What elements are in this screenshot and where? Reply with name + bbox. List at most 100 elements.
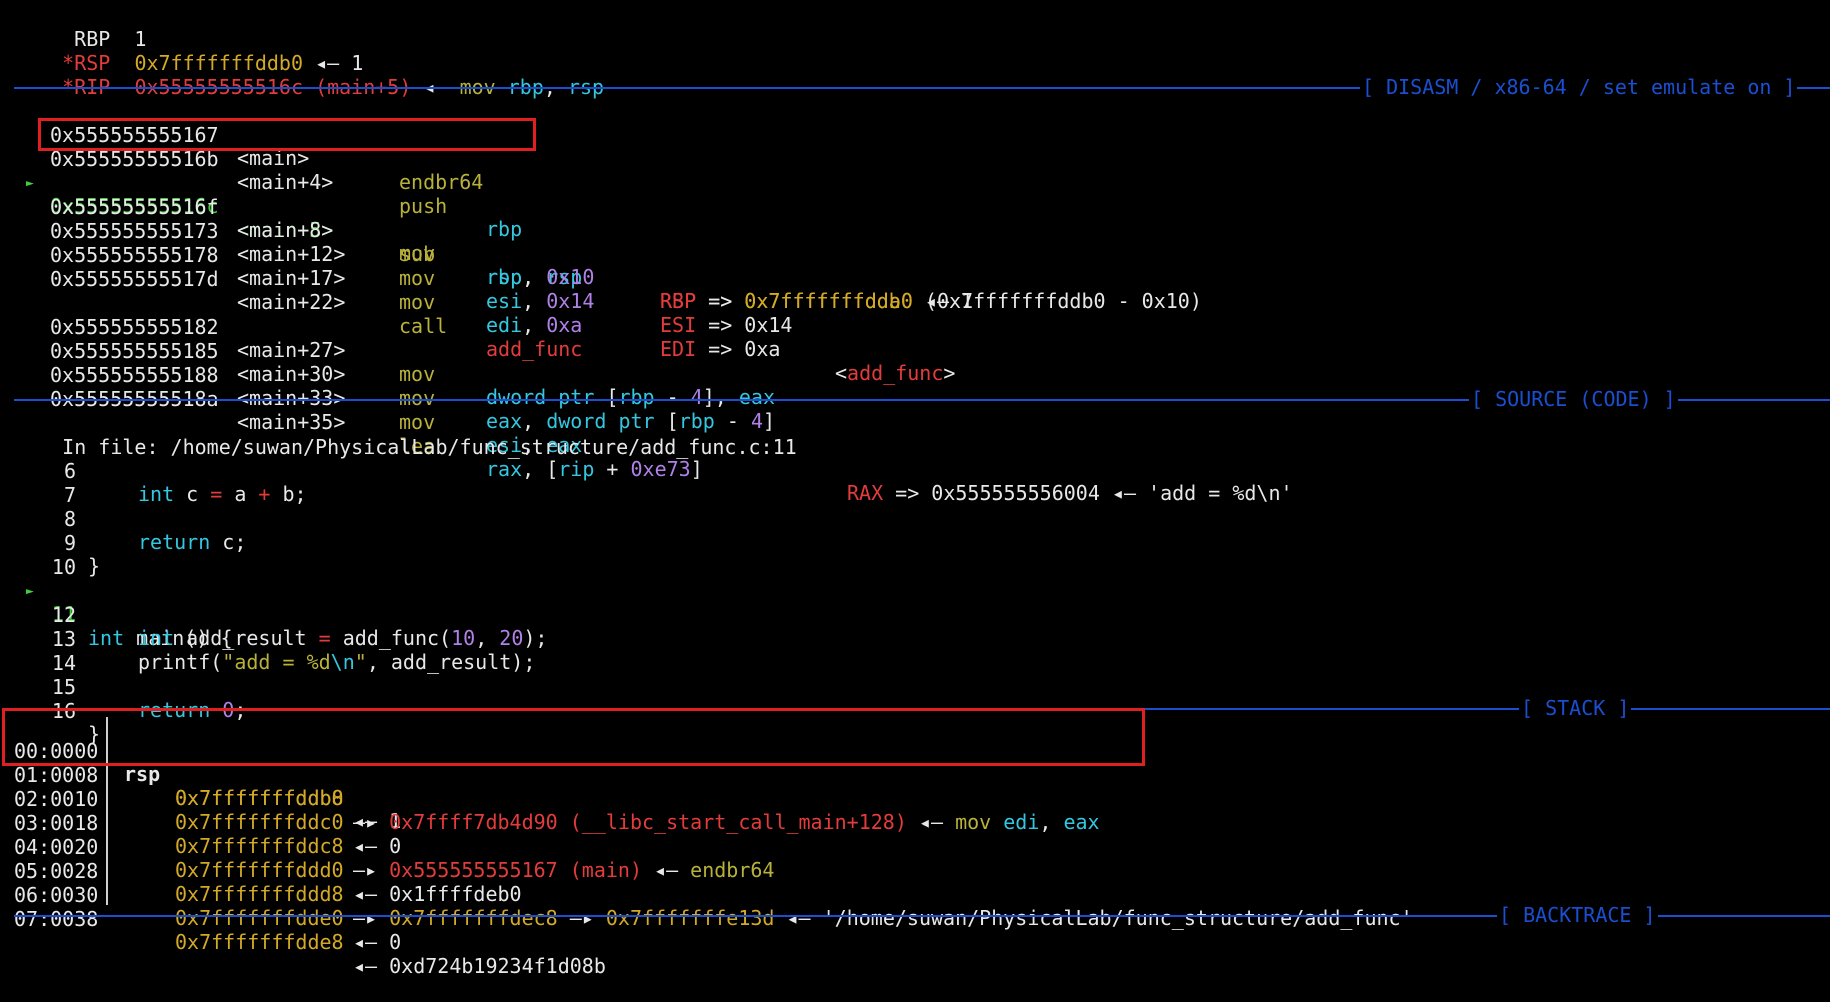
instruction-address: 0x555555555182 <box>50 314 219 339</box>
instruction-address: 0x55555555517d <box>50 266 219 291</box>
source-title: [ SOURCE (CODE) ] <box>1469 387 1678 412</box>
source-line-current: ► 11 int main() { <box>0 556 233 650</box>
instruction-symbol: <main+8> <box>237 218 334 243</box>
stack-deref: ◂— 0xd724b19234f1d08b <box>353 953 606 978</box>
source-line: 7 <box>0 460 76 506</box>
source-separator: [ SOURCE (CODE) ] <box>14 387 1830 412</box>
instruction-operands: esi, 0x14 <box>486 289 595 314</box>
instruction-symbol: <main> <box>237 146 310 171</box>
disasm-line: 0x555555555178 <main+17> mov edi, 0xa ED… <box>0 220 780 361</box>
stack-deref: ◂— 0 <box>353 929 402 954</box>
instruction-symbol: <main+22> <box>237 290 346 315</box>
stack-address: 0x7fffffffddb8 <box>175 786 344 811</box>
disasm-line: 0x555555555167 <main> endbr64 <box>0 100 483 193</box>
instruction-address: 0x555555555188 <box>50 362 219 387</box>
emulation-note: EDI => 0xa <box>660 336 781 361</box>
line-number: 15 <box>51 674 76 699</box>
terminal-window: RBP 1 *RSP 0x7fffffffddb0 ◂— 1 *RIP 0x55… <box>0 0 1830 977</box>
source-line: 10 <box>0 532 76 578</box>
source-code: int c = a + b; <box>138 482 307 507</box>
stack-row: 06:0030 0x7fffffffdde0 ◂— 0 <box>0 860 401 953</box>
disasm-line: 0x55555555518a <main+35> lea rax, [rip +… <box>0 364 1293 505</box>
instruction-address: 0x55555555516f <box>50 194 219 219</box>
instruction-operands: rsp, 0x10 <box>486 265 595 290</box>
stack-register: rsp <box>124 762 161 787</box>
stack-row: 01:0008 0x7fffffffddb8 —▸ 0x7ffff7db4d90… <box>0 740 1100 834</box>
source-line: 14 <box>0 628 76 674</box>
instruction-symbol: <main+17> <box>237 266 346 291</box>
disasm-separator: [ DISASM / x86-64 / set emulate on ] <box>14 75 1830 100</box>
stack-address: 0x7fffffffddc8 <box>175 834 344 859</box>
emulation-note: RSP => 0x7fffffffdda0 (0x7fffffffddb0 - … <box>660 288 1202 313</box>
stack-row: 04:0020 0x7fffffffddd0 ◂— 0x1ffffdeb0 <box>0 812 522 905</box>
source-file-path: /home/suwan/PhysicalLab/func_structure/a… <box>170 434 797 459</box>
instruction-mnemonic: mov <box>399 361 436 386</box>
disasm-title: [ DISASM / x86-64 / set emulate on ] <box>1360 75 1798 100</box>
instruction-mnemonic: sub <box>399 241 436 266</box>
disasm-line: 0x555555555182 <main+27> mov dword ptr [… <box>0 292 775 409</box>
instruction-mnemonic: mov <box>399 265 436 290</box>
instruction-operands: rbp <box>486 217 523 242</box>
backtrace-separator: [ BACKTRACE ] <box>14 903 1830 928</box>
source-line: 8 return c; <box>0 484 246 554</box>
register-rip: *RIP 0x55555555516c (main+5) ◂— mov rbp,… <box>14 52 604 99</box>
line-number: 8 <box>63 506 76 531</box>
instruction-operands: edi, 0xa <box>486 313 583 338</box>
line-number: 6 <box>63 458 76 483</box>
source-code: return c; <box>138 530 247 555</box>
disasm-line: 0x555555555185 <main+30> mov eax, dword … <box>0 316 775 433</box>
disasm-line-current: ► 0x55555555516c <main+5> mov rbp, rsp R… <box>0 148 973 313</box>
instruction-symbol: <main+27> <box>237 338 346 363</box>
source-line: 12 int add_result = add_func(10, 20); <box>0 580 548 650</box>
stack-deref: —▸ 0x555555555167 (main) ◂— endbr64 <box>353 857 775 882</box>
stack-deref: ◂— 0x1ffffdeb0 <box>353 881 522 906</box>
call-target-annotation: <add_func> <box>835 360 956 385</box>
disasm-line: 0x555555555173 <main+12> mov esi, 0x14 E… <box>0 196 792 337</box>
instruction-mnemonic: endbr64 <box>399 169 484 194</box>
register-rsp: *RSP 0x7fffffffddb0 ◂— 1 <box>14 28 363 75</box>
stack-address: 0x7fffffffddc0 <box>175 810 344 835</box>
line-number: 12 <box>51 602 76 627</box>
source-line: 9 } <box>0 508 100 578</box>
instruction-mnemonic: mov <box>399 289 436 314</box>
call-target: add_func <box>486 337 583 362</box>
stack-row: 03:0018 0x7fffffffddc8 —▸ 0x555555555167… <box>0 788 774 882</box>
stack-address: 0x7fffffffddd0 <box>175 858 344 883</box>
disasm-line: 0x555555555188 <main+33> mov esi, eax <box>0 340 582 457</box>
source-line: 13 printf("add = %d\n", add_result); <box>0 604 535 674</box>
line-number: 13 <box>51 626 76 651</box>
stack-deref: —▸ 0x7ffff7db4d90 (__libc_start_call_mai… <box>353 809 1100 834</box>
emulation-note: RAX => 0x555555556004 ◂— 'add = %d\n' <box>847 480 1293 505</box>
source-code: } <box>88 554 101 579</box>
line-number: 7 <box>63 482 76 507</box>
line-number: 10 <box>51 554 76 579</box>
instruction-symbol: <main+12> <box>237 242 346 267</box>
stack-row: 05:0028 0x7fffffffddd8 —▸ 0x7fffffffdec8… <box>0 836 1413 930</box>
stack-address: 0x7fffffffdde8 <box>175 930 344 955</box>
stack-row: 00:0000 rsp 0x7fffffffddb0 ◂— 1 <box>0 716 401 833</box>
in-file-label: In file: <box>62 434 159 459</box>
source-line: 15 return 0; <box>0 652 246 722</box>
disasm-line: 0x55555555517d <main+22> call add_func <… <box>0 244 955 385</box>
disasm-line: 0x55555555516b <main+4> push rbp <box>0 124 522 241</box>
line-number: 9 <box>63 530 76 555</box>
stack-title: [ STACK ] <box>1519 696 1632 721</box>
line-number: 14 <box>51 650 76 675</box>
stack-offset-divider <box>106 717 108 905</box>
instruction-mnemonic: push <box>399 193 448 218</box>
source-code: printf("add = %d\n", add_result); <box>138 650 536 675</box>
disasm-line: 0x55555555516f <main+8> sub rsp, 0x10 RS… <box>0 172 1202 313</box>
source-file-line: In file: /home/suwan/PhysicalLab/func_st… <box>14 412 797 459</box>
instruction-address: 0x55555555516b <box>50 146 219 171</box>
source-code: int add_result = add_func(10, 20); <box>138 626 548 651</box>
stack-separator: [ STACK ] <box>14 696 1830 721</box>
stack-row: 02:0010 0x7fffffffddc0 ◂— 0 <box>0 764 401 857</box>
register-rbp: RBP 1 <box>26 4 146 51</box>
instruction-symbol: <main+4> <box>237 170 334 195</box>
instruction-address: 0x555555555178 <box>50 242 219 267</box>
instruction-symbol: <main+30> <box>237 362 346 387</box>
instruction-address: 0x555555555173 <box>50 218 219 243</box>
source-line: 6 int c = a + b; <box>0 436 307 506</box>
instruction-operands: rax, [rip + 0xe73] <box>486 457 703 482</box>
instruction-address: 0x555555555167 <box>50 122 219 147</box>
